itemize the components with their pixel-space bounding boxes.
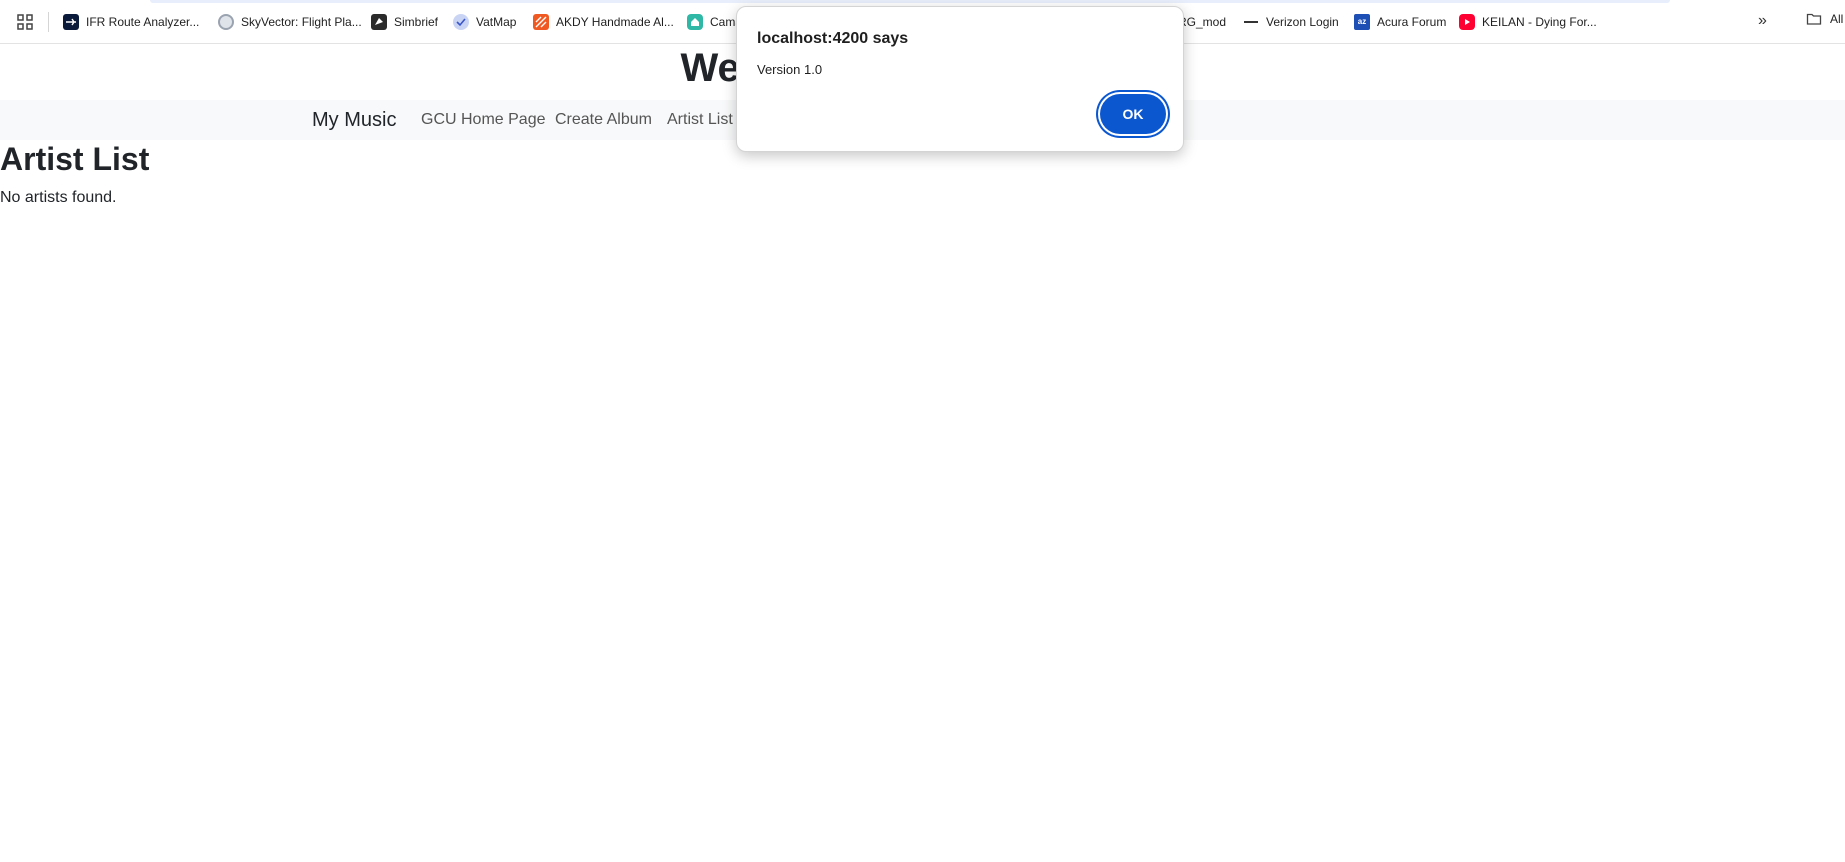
bookmark-label: IFR Route Analyzer... xyxy=(86,15,200,29)
address-bar-edge xyxy=(150,0,1670,3)
bookmark-simbrief[interactable]: Simbrief xyxy=(371,11,438,33)
nav-gcu-home-page[interactable]: GCU Home Page xyxy=(421,111,546,129)
bookmark-vatmap[interactable]: VatMap xyxy=(453,11,516,33)
bookmark-label: AKDY Handmade Al... xyxy=(556,15,674,29)
az-icon: az xyxy=(1354,14,1370,30)
dialog-title: localhost:4200 says xyxy=(757,30,909,47)
alert-dialog: localhost:4200 says Version 1.0 OK xyxy=(736,6,1184,152)
navbar-brand[interactable]: My Music xyxy=(312,109,396,132)
bookmark-ifr-route-analyzer[interactable]: IFR Route Analyzer... xyxy=(63,11,199,33)
home-icon xyxy=(687,14,703,30)
chevron-double-right-icon[interactable]: » xyxy=(1758,12,1767,30)
bookmark-skyvector[interactable]: SkyVector: Flight Pla... xyxy=(218,11,362,33)
folder-icon xyxy=(1806,13,1822,25)
plane-icon xyxy=(63,14,79,30)
simbrief-icon xyxy=(371,14,387,30)
dialog-message: Version 1.0 xyxy=(757,62,823,77)
bookmark-label: KEILAN - Dying For... xyxy=(1482,15,1597,29)
bookmark-label: Acura Forum xyxy=(1377,15,1447,29)
vatmap-icon xyxy=(453,14,469,30)
bookmark-cama[interactable]: Cama xyxy=(687,11,742,33)
akdy-icon xyxy=(533,14,549,30)
empty-message: No artists found. xyxy=(0,189,117,206)
bookmark-rg-mod[interactable]: RG_mod xyxy=(1178,11,1226,33)
globe-icon xyxy=(218,14,234,30)
bookmark-label: Verizon Login xyxy=(1266,15,1339,29)
bookmark-verizon-login[interactable]: Verizon Login xyxy=(1243,11,1339,33)
all-bookmarks-folder[interactable]: All xyxy=(1806,11,1843,27)
ok-button[interactable]: OK xyxy=(1100,94,1166,134)
bookmark-label: RG_mod xyxy=(1178,15,1227,29)
bookmark-akdy[interactable]: AKDY Handmade Al... xyxy=(533,11,674,33)
nav-artist-list[interactable]: Artist List xyxy=(667,111,733,129)
apps-grid-icon[interactable] xyxy=(17,14,33,30)
bookmark-label: Simbrief xyxy=(394,15,439,29)
bookmark-keilan-dying-for[interactable]: KEILAN - Dying For... xyxy=(1459,11,1597,33)
folder-label: All xyxy=(1830,12,1844,26)
bookmarks-separator xyxy=(48,12,49,32)
bookmark-label: SkyVector: Flight Pla... xyxy=(241,15,362,29)
bookmark-acura-forum[interactable]: az Acura Forum xyxy=(1354,11,1446,33)
bookmark-label: VatMap xyxy=(476,15,517,29)
dash-icon xyxy=(1243,14,1259,30)
nav-create-album[interactable]: Create Album xyxy=(555,111,652,129)
youtube-icon xyxy=(1459,14,1475,30)
page-title: Artist List xyxy=(0,141,150,177)
